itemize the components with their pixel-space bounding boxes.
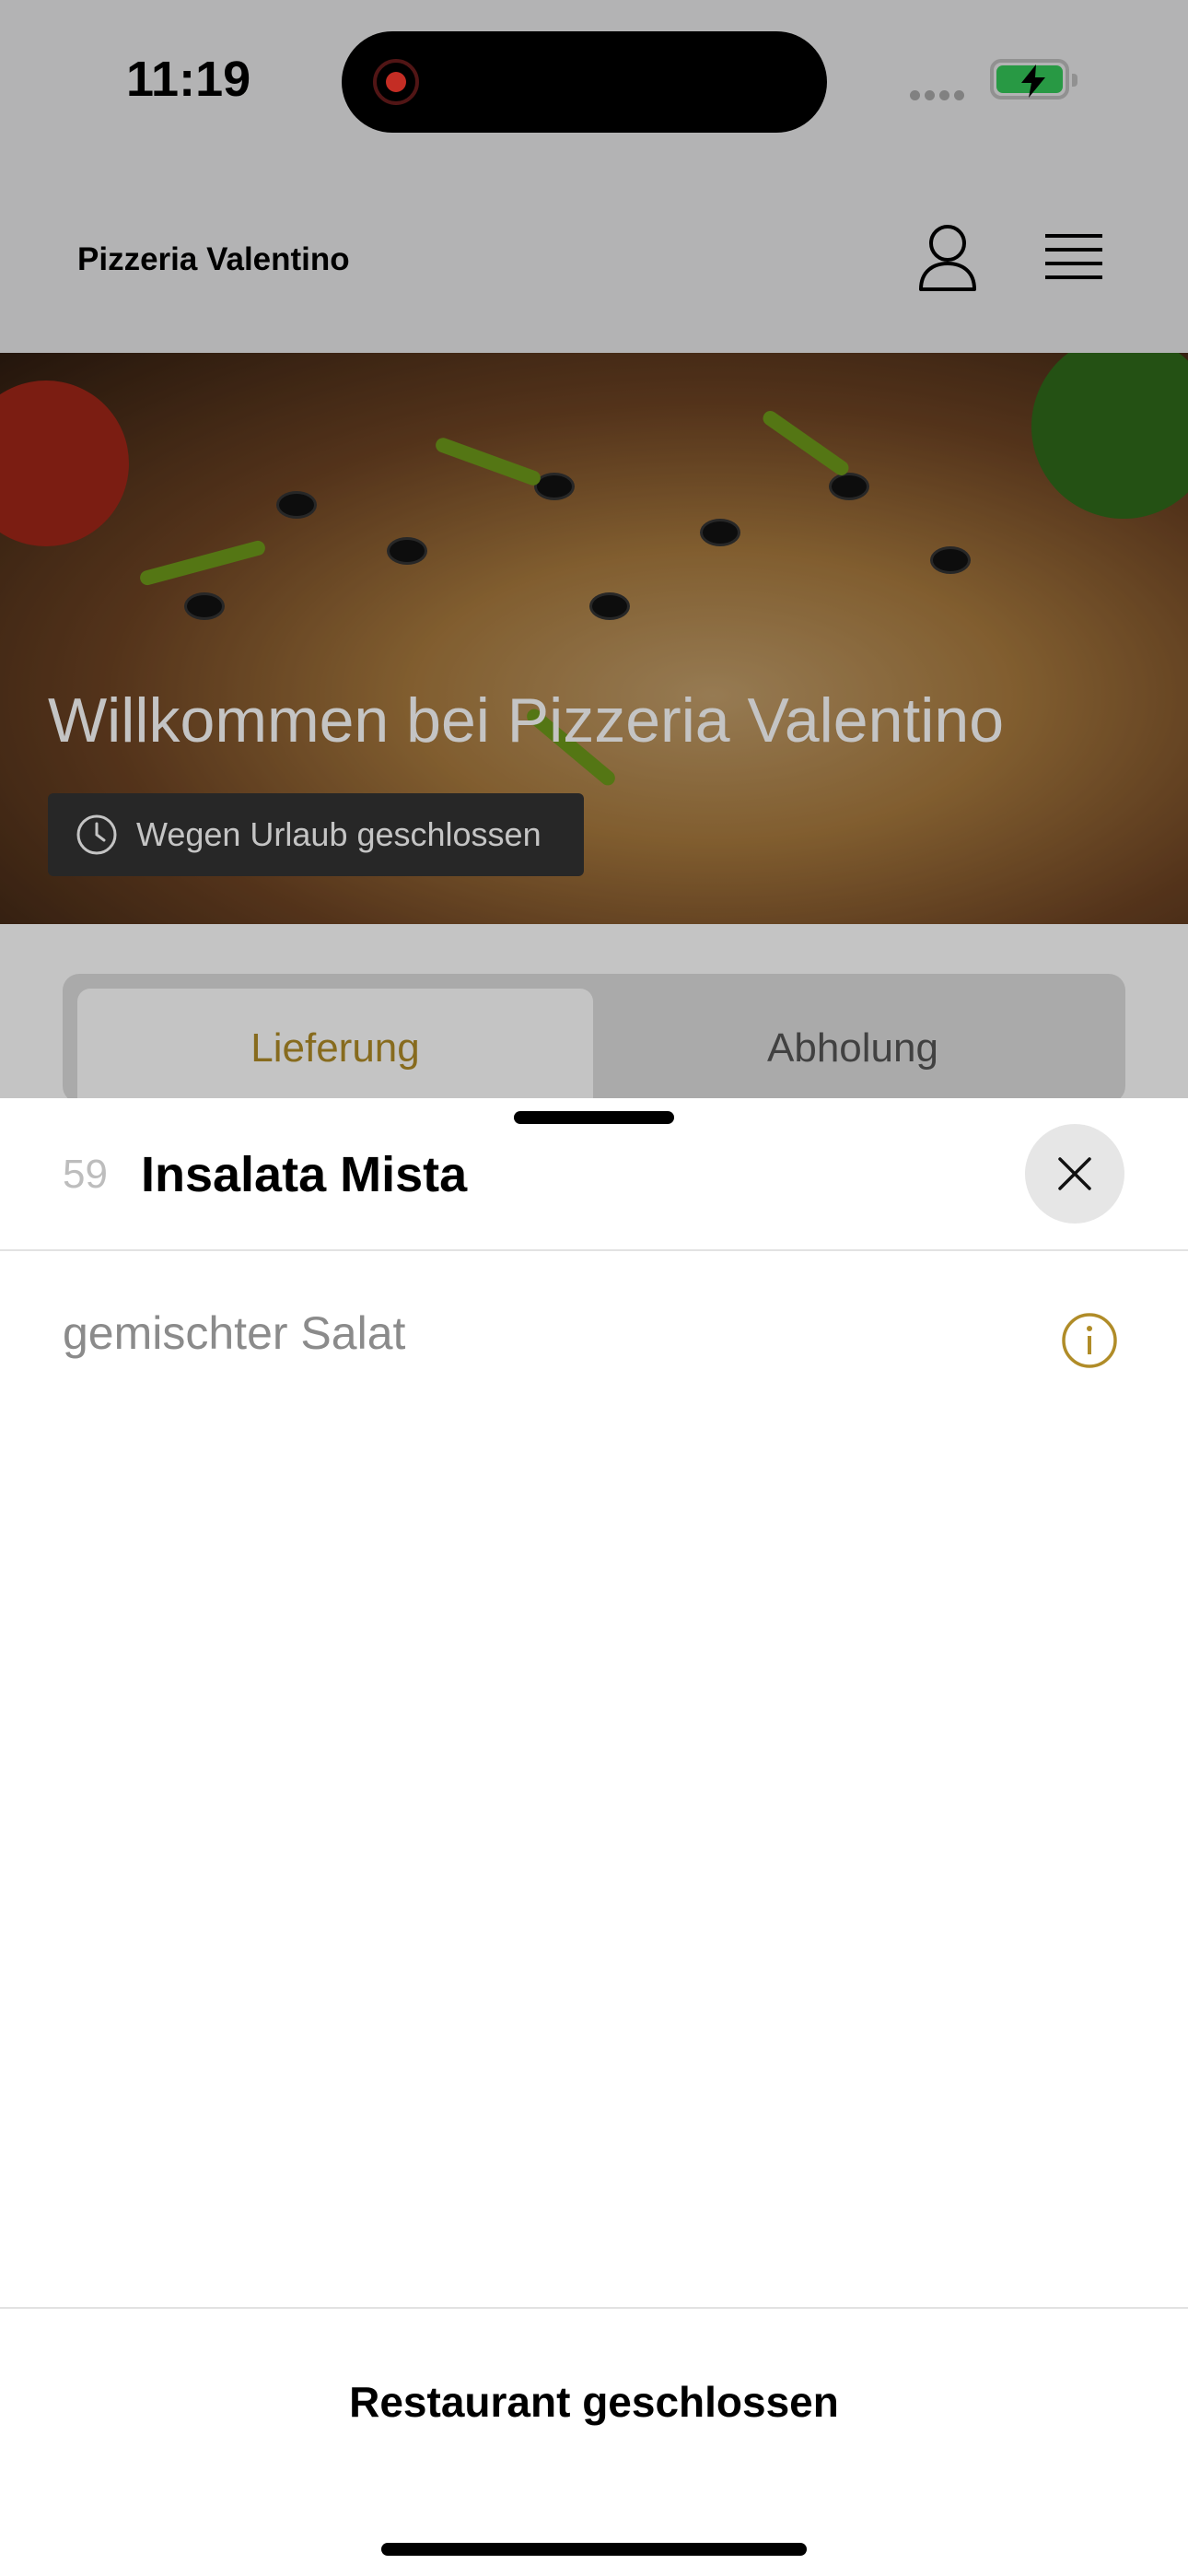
- modal-backdrop[interactable]: [0, 0, 1188, 1098]
- item-detail-sheet: 59 Insalata Mista gemischter Salat Resta…: [0, 1098, 1188, 2576]
- divider: [0, 2307, 1188, 2309]
- divider: [0, 1249, 1188, 1251]
- item-description: gemischter Salat: [63, 1307, 406, 1359]
- close-icon: [1058, 1157, 1091, 1190]
- sheet-grabber[interactable]: [514, 1111, 674, 1124]
- home-indicator[interactable]: [381, 2543, 807, 2556]
- item-title: Insalata Mista: [141, 1147, 468, 1202]
- restaurant-closed-button[interactable]: Restaurant geschlossen: [0, 2377, 1188, 2427]
- info-icon[interactable]: [1061, 1312, 1118, 1369]
- item-number: 59: [63, 1152, 108, 1197]
- close-button[interactable]: [1025, 1124, 1124, 1224]
